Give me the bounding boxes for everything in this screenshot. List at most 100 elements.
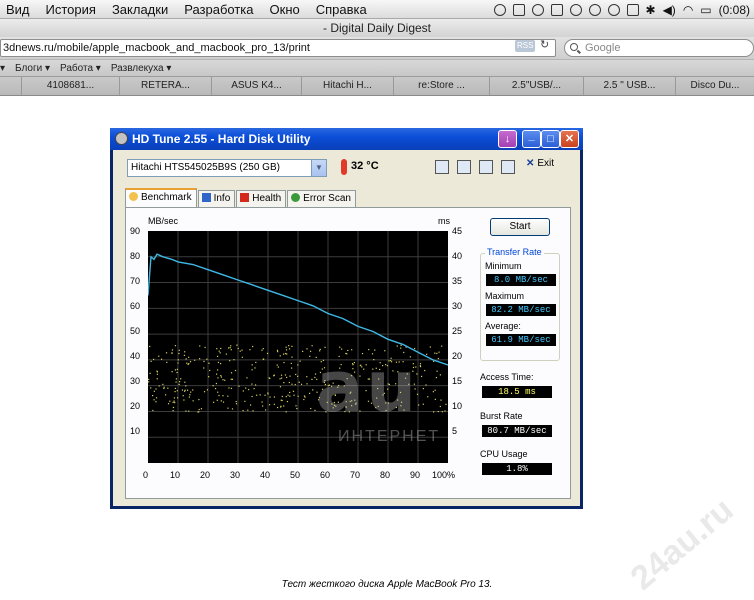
x-tick: 70 xyxy=(350,470,361,480)
access-time-point xyxy=(419,363,422,365)
access-time-point xyxy=(198,411,200,413)
tab-item[interactable]: re:Store ... xyxy=(394,77,490,95)
close-button[interactable] xyxy=(560,130,579,148)
access-time-point xyxy=(248,388,250,391)
y-right-tick: 45 xyxy=(452,226,463,236)
volume-icon[interactable]: ◀) xyxy=(663,3,676,17)
rss-badge[interactable]: RSS xyxy=(515,40,536,52)
tab-item[interactable]: Hitachi H... xyxy=(302,77,394,95)
bluetooth-icon[interactable]: ✱ xyxy=(646,3,656,17)
access-time-point xyxy=(230,387,233,390)
search-input[interactable]: Google xyxy=(564,39,754,57)
display-icon[interactable] xyxy=(626,3,639,16)
access-time-point xyxy=(220,363,222,365)
access-time-point xyxy=(227,407,229,409)
options-icon[interactable] xyxy=(501,160,515,174)
access-time-point xyxy=(216,355,219,357)
access-time-value: 18.5 ms xyxy=(482,386,552,398)
tab-info[interactable]: Info xyxy=(197,190,236,207)
access-time-point xyxy=(176,390,178,392)
save-icon[interactable] xyxy=(479,160,493,174)
tab-item[interactable]: 4108681... xyxy=(22,77,120,95)
access-time-point xyxy=(178,381,181,383)
start-button[interactable]: Start xyxy=(490,218,550,236)
access-time-point xyxy=(189,394,191,396)
access-time-point xyxy=(220,347,222,350)
menu-help[interactable]: Справка xyxy=(308,0,375,19)
evernote-icon[interactable] xyxy=(493,3,506,16)
watermark-logo: au xyxy=(316,346,420,428)
access-time-point xyxy=(291,356,293,358)
menu-history[interactable]: История xyxy=(38,0,104,19)
exit-label: Exit xyxy=(537,158,555,169)
access-time-point xyxy=(259,394,261,396)
access-time-point xyxy=(217,361,220,364)
y-left-tick: 30 xyxy=(130,376,141,386)
minimize-button[interactable] xyxy=(522,130,541,148)
access-time-point xyxy=(265,409,267,411)
screen-icon[interactable] xyxy=(550,3,563,16)
menu-view[interactable]: Вид xyxy=(0,0,38,19)
access-time-point xyxy=(422,403,424,405)
wifi-icon[interactable]: ◠ xyxy=(683,3,693,17)
time-machine-icon[interactable] xyxy=(588,3,601,16)
access-time-point xyxy=(290,362,292,365)
y-left-tick: 50 xyxy=(130,326,141,336)
hdtune-title: HD Tune 2.55 - Hard Disk Utility xyxy=(132,132,311,146)
url-input[interactable]: 3dnews.ru/mobile/apple_macbook_and_macbo… xyxy=(0,39,556,57)
chevron-down-icon[interactable]: ▼ xyxy=(311,160,326,176)
app-status-icon[interactable] xyxy=(531,3,544,16)
refresh-icon[interactable] xyxy=(607,3,620,16)
access-time-point xyxy=(273,375,275,377)
drive-select[interactable]: Hitachi HTS545025B9S (250 GB) ▼ xyxy=(127,159,327,177)
download-button[interactable] xyxy=(498,130,517,148)
access-time-point xyxy=(436,370,438,372)
maximize-button[interactable] xyxy=(541,130,560,148)
x-tick: 80 xyxy=(380,470,391,480)
copy-icon[interactable] xyxy=(435,160,449,174)
access-time-point xyxy=(434,352,436,354)
tab-leading[interactable] xyxy=(0,77,22,95)
menu-bookmarks[interactable]: Закладки xyxy=(104,0,176,19)
x-tick: 50 xyxy=(290,470,301,480)
reload-icon[interactable]: ↻ xyxy=(540,38,549,51)
access-time-point xyxy=(419,365,421,367)
access-time-point xyxy=(171,371,173,373)
access-time-point xyxy=(156,373,159,375)
battery-icon[interactable]: ▭ xyxy=(700,3,711,17)
access-time-point xyxy=(237,347,239,350)
access-time-point xyxy=(282,353,285,355)
bookmark-menu[interactable]: ▾ xyxy=(0,63,10,74)
tab-item[interactable]: ASUS K4... xyxy=(212,77,302,95)
tab-benchmark[interactable]: Benchmark xyxy=(125,188,197,207)
exit-button[interactable]: ✕ Exit xyxy=(526,158,554,169)
sync-icon[interactable] xyxy=(569,3,582,16)
access-time-point xyxy=(173,400,175,402)
access-time-point xyxy=(276,349,279,351)
access-time-point xyxy=(427,396,429,398)
menu-develop[interactable]: Разработка xyxy=(176,0,261,19)
access-time-point xyxy=(286,376,288,379)
tab-item[interactable]: 2.5 " USB... xyxy=(584,77,676,95)
average-value: 61.9 MB/sec xyxy=(486,334,556,346)
bookmark-blogs[interactable]: Блоги ▾ xyxy=(10,63,55,74)
tab-item[interactable]: 2.5"USB/... xyxy=(490,77,584,95)
bookmark-fun[interactable]: Развлекуха ▾ xyxy=(106,63,177,74)
access-time-point xyxy=(212,385,214,387)
tab-item[interactable]: Disco Du... xyxy=(676,77,754,95)
tab-health[interactable]: Health xyxy=(236,190,287,207)
clock-text[interactable]: (0:08) xyxy=(719,3,750,17)
access-time-point xyxy=(198,398,200,401)
access-time-point xyxy=(277,366,279,368)
access-time-point xyxy=(183,399,185,401)
access-time-point xyxy=(171,352,173,354)
window-icon[interactable] xyxy=(512,3,525,16)
access-time-point xyxy=(242,409,244,412)
tab-error-scan[interactable]: Error Scan xyxy=(287,190,356,207)
copy-all-icon[interactable] xyxy=(457,160,471,174)
access-time-point xyxy=(150,387,152,389)
bookmark-work[interactable]: Работа ▾ xyxy=(55,63,106,74)
menu-window[interactable]: Окно xyxy=(262,0,308,19)
tab-item[interactable]: RETERA... xyxy=(120,77,212,95)
access-time-point xyxy=(174,387,177,390)
